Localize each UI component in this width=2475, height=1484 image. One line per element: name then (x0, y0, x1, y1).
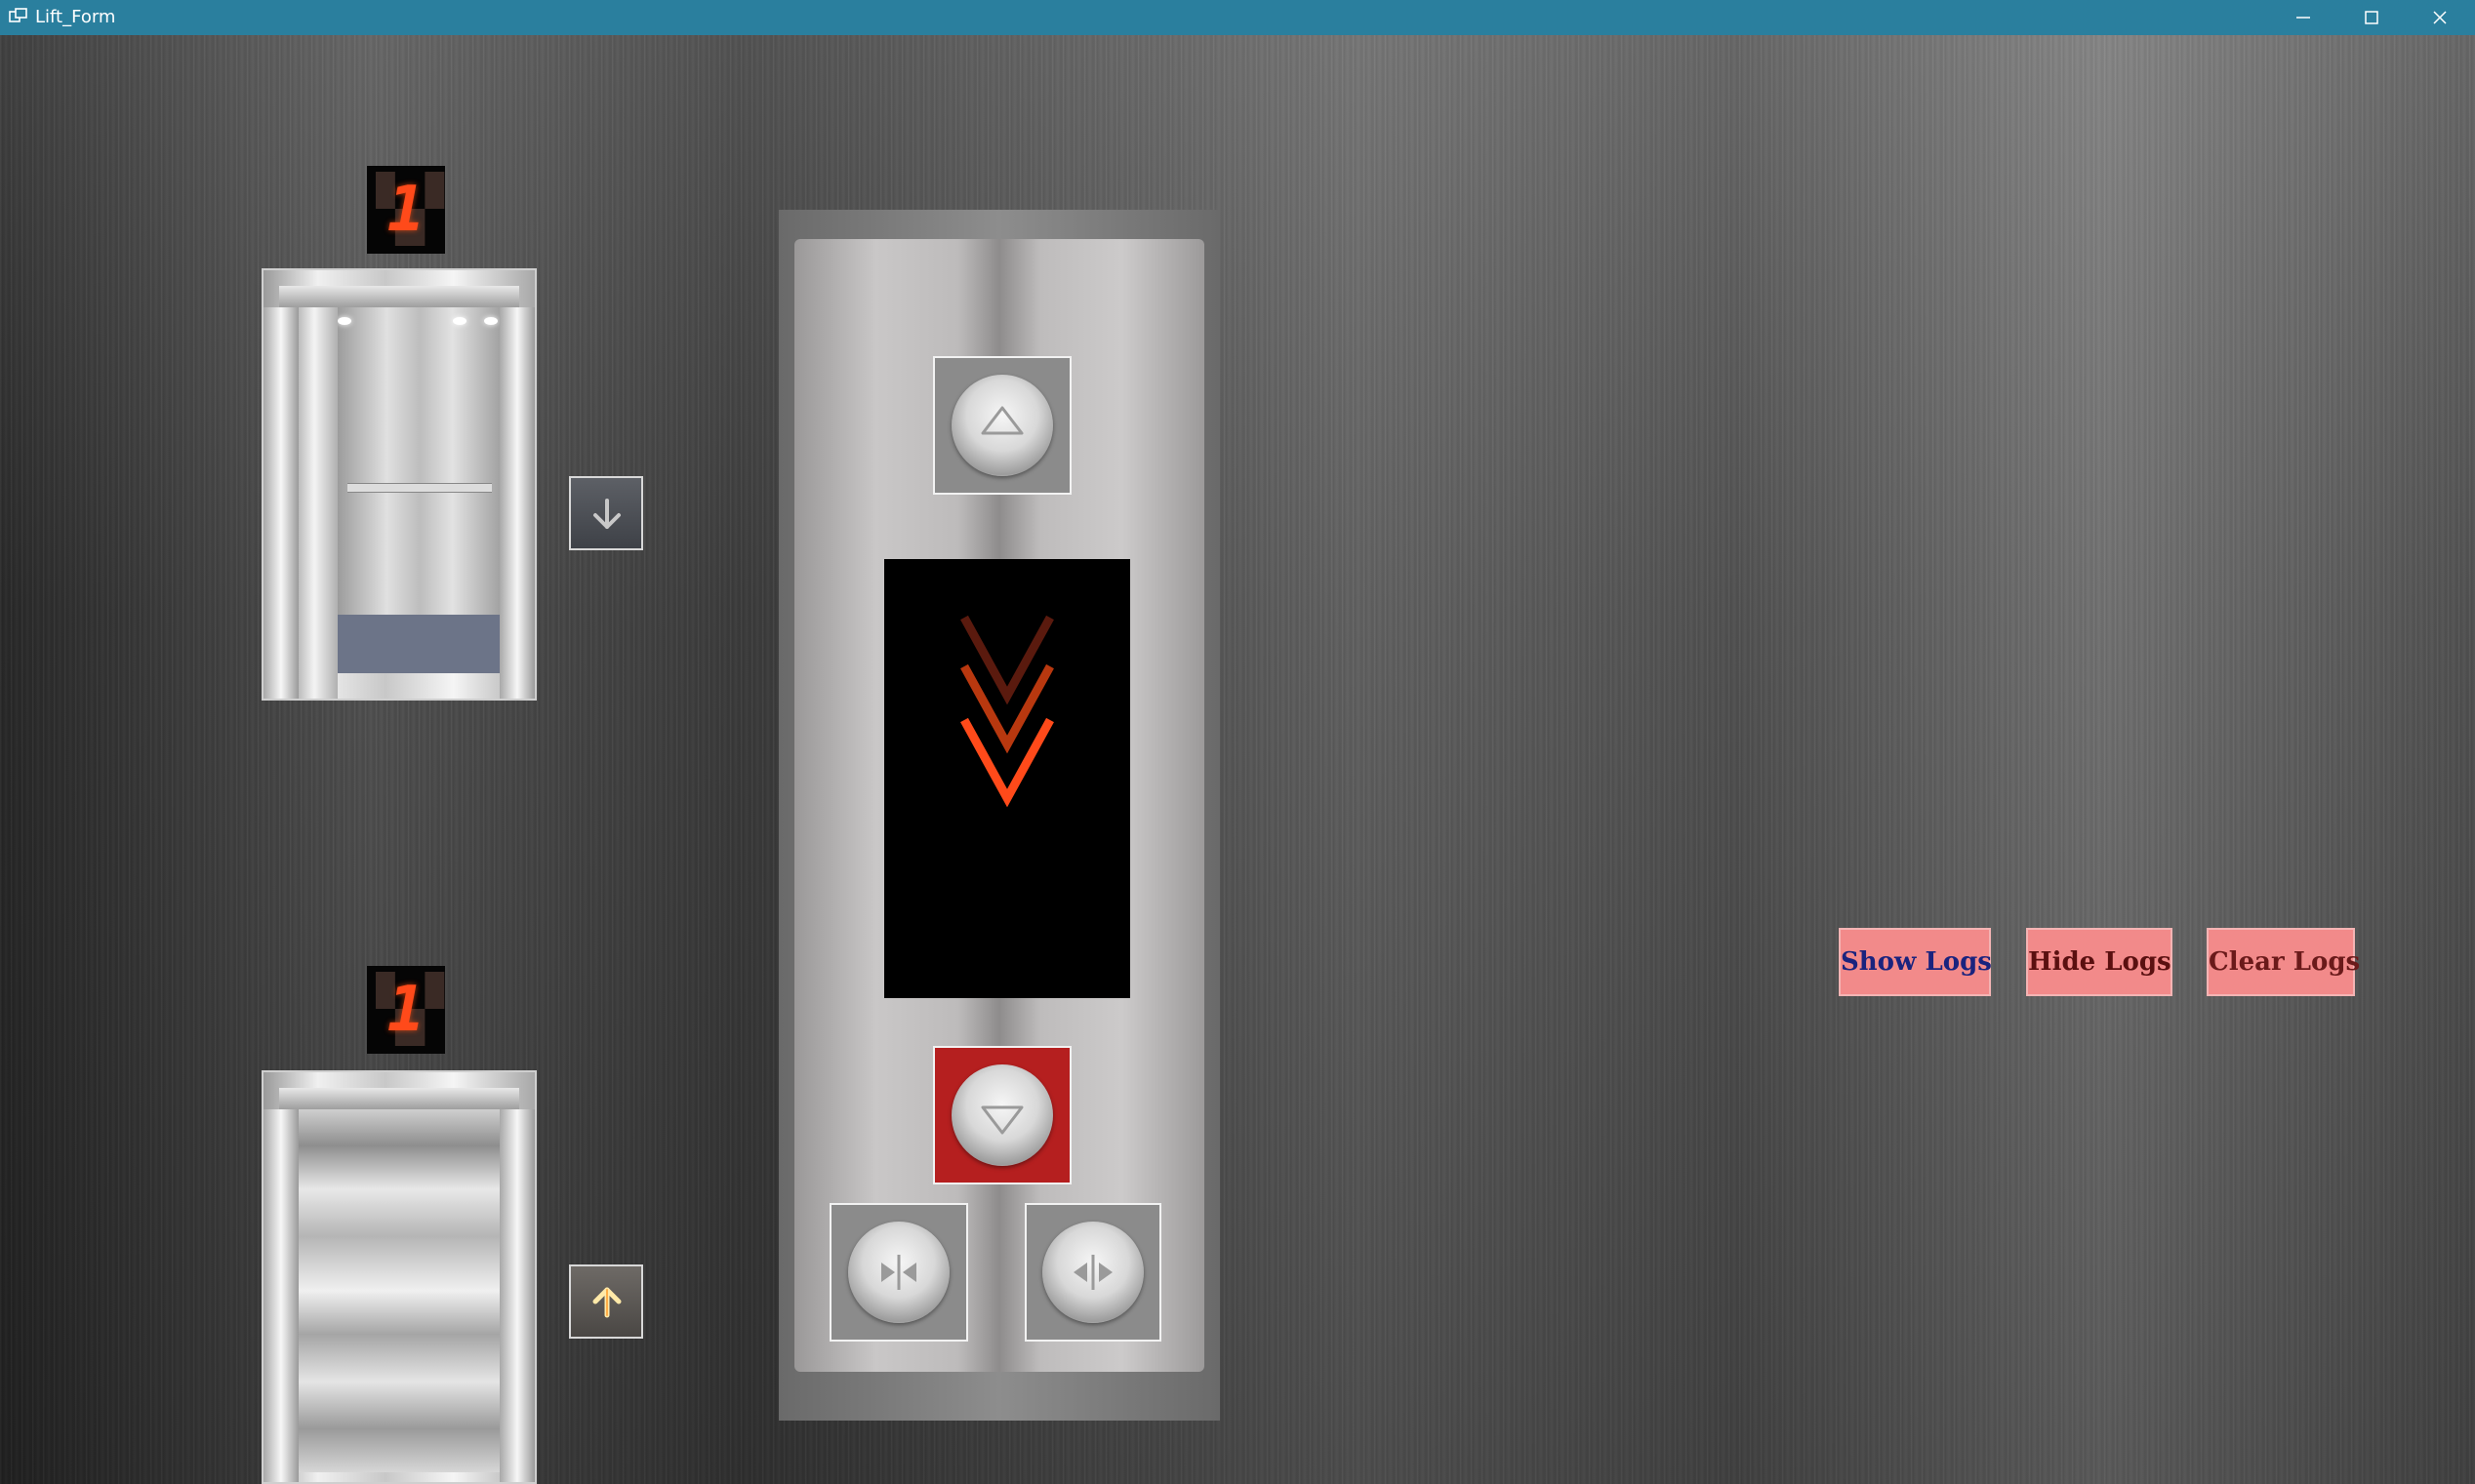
ceiling-light-icon (484, 317, 498, 325)
lift-1-call-button[interactable] (569, 476, 643, 550)
arrow-up-icon (592, 1287, 622, 1318)
direction-display (884, 559, 1130, 998)
door-close-button[interactable] (830, 1203, 968, 1342)
doors-open-icon (1074, 1255, 1113, 1290)
show-logs-button[interactable]: Show Logs (1839, 928, 1992, 996)
chevron-down-icon (960, 615, 1054, 808)
floor-number: 1 (386, 974, 426, 1046)
handrail (347, 483, 492, 493)
clear-logs-button[interactable]: Clear Logs (2207, 928, 2360, 996)
maximize-button[interactable] (2337, 0, 2406, 35)
ceiling-light-icon (453, 317, 467, 325)
minimize-button[interactable] (2269, 0, 2337, 35)
minimize-icon (2296, 17, 2310, 19)
lift-1-doorway (262, 268, 537, 701)
lift-2-doorway (262, 1070, 537, 1484)
floor-indicator-lift-1: ▚▞ 1 (367, 166, 445, 254)
floor-indicator-lift-2: ▚▞ 1 (367, 966, 445, 1054)
hide-logs-button[interactable]: Hide Logs (2026, 928, 2172, 996)
lift-2-door-closed (299, 1109, 500, 1472)
doors-close-icon (881, 1255, 916, 1290)
ceiling-light-icon (338, 317, 351, 325)
panel-down-button[interactable] (933, 1046, 1072, 1184)
window-title: Lift_Form (35, 7, 116, 27)
triangle-down-icon (981, 1105, 1024, 1135)
close-button[interactable] (2406, 0, 2474, 35)
title-bar: Lift_Form (0, 0, 2475, 35)
lift-1-cabin (338, 307, 502, 673)
panel-up-button[interactable] (933, 356, 1072, 495)
close-icon (2433, 11, 2447, 24)
lift-2-call-button[interactable] (569, 1264, 643, 1339)
lift-1-door-open (299, 307, 338, 699)
cabin-floor (338, 615, 502, 673)
triangle-up-icon (981, 406, 1024, 435)
app-icon (9, 8, 27, 22)
arrow-down-icon (593, 499, 621, 529)
floor-number: 1 (386, 174, 426, 246)
door-open-button[interactable] (1025, 1203, 1161, 1342)
maximize-icon (2365, 11, 2378, 24)
